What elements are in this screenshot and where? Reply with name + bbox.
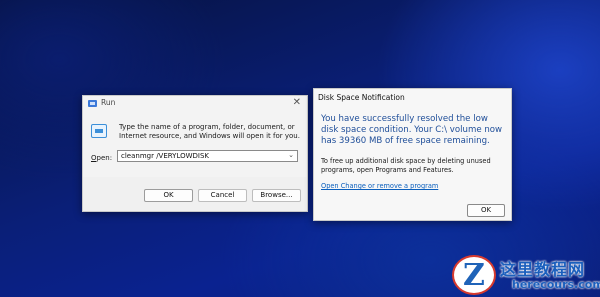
site-logo xyxy=(452,255,496,295)
watermark-en-text: herecours.com xyxy=(512,278,600,291)
browse-button[interactable]: Browse... xyxy=(252,189,301,202)
site-watermark: 这里教程网 herecours.com xyxy=(452,253,600,297)
open-label: Open: xyxy=(91,154,112,162)
programs-features-link[interactable]: Open Change or remove a program xyxy=(321,182,438,190)
run-command-combobox[interactable]: cleanmgr /VERYLOWDISK ⌄ xyxy=(117,150,298,162)
disk-space-dialog: Disk Space Notification You have success… xyxy=(313,88,512,221)
run-app-icon xyxy=(88,100,97,107)
disk-dialog-headline: You have successfully resolved the low d… xyxy=(321,114,503,146)
disk-dialog-title: Disk Space Notification xyxy=(318,93,405,102)
run-titlebar[interactable]: Run ✕ xyxy=(83,96,307,112)
close-icon[interactable]: ✕ xyxy=(293,97,301,109)
run-title: Run xyxy=(101,98,116,107)
disk-dialog-body: To free up additional disk space by dele… xyxy=(321,157,491,174)
cancel-button[interactable]: Cancel xyxy=(198,189,247,202)
run-description: Type the name of a program, folder, docu… xyxy=(119,123,300,140)
chevron-down-icon[interactable]: ⌄ xyxy=(288,151,294,159)
ok-button[interactable]: OK xyxy=(144,189,193,202)
open-label-text: pen: xyxy=(96,154,113,162)
run-command-input[interactable]: cleanmgr /VERYLOWDISK xyxy=(121,152,209,160)
disk-ok-button[interactable]: OK xyxy=(467,204,505,217)
run-dialog: Run ✕ Type the name of a program, folder… xyxy=(82,95,308,212)
run-program-icon xyxy=(91,124,107,138)
watermark-cn-text: 这里教程网 xyxy=(500,260,586,279)
run-button-row: OK Cancel Browse... xyxy=(83,177,307,211)
